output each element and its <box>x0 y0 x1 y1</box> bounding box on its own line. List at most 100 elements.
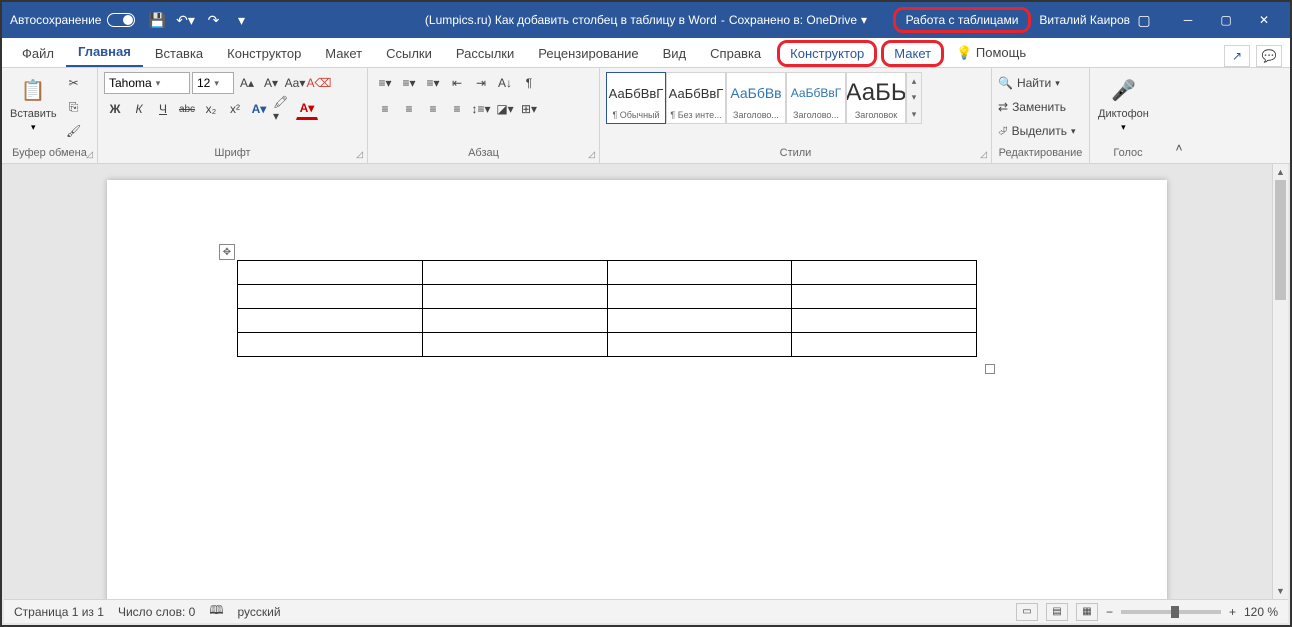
copy-icon[interactable]: ⎘ <box>63 96 85 118</box>
table-cell[interactable] <box>607 285 792 309</box>
table-cell[interactable] <box>607 261 792 285</box>
replace-button[interactable]: ⇄Заменить <box>998 96 1076 118</box>
proofing-icon[interactable]: 🕮 <box>209 601 223 622</box>
save-icon[interactable]: 💾 <box>147 10 167 30</box>
tab-insert[interactable]: Вставка <box>143 40 215 67</box>
document-table[interactable] <box>237 260 977 357</box>
read-mode-icon[interactable]: ▭ <box>1016 603 1038 621</box>
find-button[interactable]: 🔍Найти▾ <box>998 72 1076 94</box>
font-size-combo[interactable]: 12 <box>192 72 234 94</box>
strikethrough-button[interactable]: abc <box>176 98 198 120</box>
table-resize-handle[interactable] <box>985 364 995 374</box>
collapse-ribbon-icon[interactable]: ˄ <box>1168 137 1190 159</box>
tab-references[interactable]: Ссылки <box>374 40 444 67</box>
align-right-icon[interactable]: ≡ <box>422 98 444 120</box>
underline-button[interactable]: Ч <box>152 98 174 120</box>
decrease-indent-icon[interactable]: ⇤ <box>446 72 468 94</box>
style-item[interactable]: АаБбВвЗаголово... <box>726 72 786 124</box>
document-canvas[interactable]: ✥ <box>2 164 1272 599</box>
dialog-launcher-icon[interactable]: ◿ <box>588 149 595 160</box>
dialog-launcher-icon[interactable]: ◿ <box>980 149 987 160</box>
tab-review[interactable]: Рецензирование <box>526 40 650 67</box>
tab-table-layout[interactable]: Макет <box>881 40 944 67</box>
page-indicator[interactable]: Страница 1 из 1 <box>14 605 104 619</box>
minimize-button[interactable]: ─ <box>1170 6 1206 34</box>
web-layout-icon[interactable]: ▦ <box>1076 603 1098 621</box>
dialog-launcher-icon[interactable]: ◿ <box>86 149 93 160</box>
change-case-icon[interactable]: Aa▾ <box>284 72 306 94</box>
numbering-icon[interactable]: ≡▾ <box>398 72 420 94</box>
table-cell[interactable] <box>238 333 423 357</box>
share-button[interactable]: ↗ <box>1224 45 1250 67</box>
highlight-icon[interactable]: 🖍▾ <box>272 98 294 120</box>
tell-me[interactable]: 💡 Помощь <box>944 39 1038 67</box>
subscript-button[interactable]: x₂ <box>200 98 222 120</box>
line-spacing-icon[interactable]: ↕≡▾ <box>470 98 492 120</box>
style-item[interactable]: АаБбВвГЗаголово... <box>786 72 846 124</box>
bullets-icon[interactable]: ≡▾ <box>374 72 396 94</box>
shading-icon[interactable]: ◪▾ <box>494 98 516 120</box>
table-cell[interactable] <box>422 309 607 333</box>
font-color-icon[interactable]: A▾ <box>296 98 318 120</box>
table-cell[interactable] <box>422 333 607 357</box>
shrink-font-icon[interactable]: A▾ <box>260 72 282 94</box>
saved-location[interactable]: Сохранено в: OneDrive <box>729 13 857 27</box>
qat-more-icon[interactable]: ▾ <box>231 10 251 30</box>
table-cell[interactable] <box>607 333 792 357</box>
italic-button[interactable]: К <box>128 98 150 120</box>
ribbon-display-icon[interactable]: ▢ <box>1134 10 1154 30</box>
undo-icon[interactable]: ↶▾ <box>175 10 195 30</box>
autosave-toggle[interactable]: Автосохранение <box>10 13 135 27</box>
paste-button[interactable]: 📋 Вставить ▾ <box>8 72 59 135</box>
table-cell[interactable] <box>238 309 423 333</box>
align-left-icon[interactable]: ≡ <box>374 98 396 120</box>
align-center-icon[interactable]: ≡ <box>398 98 420 120</box>
multilevel-list-icon[interactable]: ≡▾ <box>422 72 444 94</box>
tab-file[interactable]: Файл <box>10 40 66 67</box>
tab-help[interactable]: Справка <box>698 40 773 67</box>
style-item[interactable]: АаБбВвГ¶ Без инте... <box>666 72 726 124</box>
zoom-level[interactable]: 120 % <box>1244 605 1278 619</box>
table-row[interactable] <box>238 285 977 309</box>
tab-mailings[interactable]: Рассылки <box>444 40 526 67</box>
table-move-handle[interactable]: ✥ <box>219 244 235 260</box>
scroll-thumb[interactable] <box>1275 180 1286 300</box>
table-cell[interactable] <box>422 261 607 285</box>
word-count[interactable]: Число слов: 0 <box>118 605 195 619</box>
table-cell[interactable] <box>238 285 423 309</box>
maximize-button[interactable]: ▢ <box>1208 6 1244 34</box>
show-marks-icon[interactable]: ¶ <box>518 72 540 94</box>
increase-indent-icon[interactable]: ⇥ <box>470 72 492 94</box>
zoom-in-icon[interactable]: + <box>1229 605 1236 619</box>
cut-icon[interactable]: ✂ <box>63 72 85 94</box>
borders-icon[interactable]: ⊞▾ <box>518 98 540 120</box>
table-cell[interactable] <box>422 285 607 309</box>
tab-design[interactable]: Конструктор <box>215 40 313 67</box>
table-row[interactable] <box>238 309 977 333</box>
user-name[interactable]: Виталий Каиров <box>1039 13 1130 27</box>
table-cell[interactable] <box>792 261 977 285</box>
superscript-button[interactable]: x² <box>224 98 246 120</box>
style-item[interactable]: АаБЬЗаголовок <box>846 72 906 124</box>
style-item[interactable]: АаБбВвГ¶ Обычный <box>606 72 666 124</box>
tab-home[interactable]: Главная <box>66 38 143 67</box>
select-button[interactable]: ⮰Выделить▾ <box>998 120 1076 142</box>
table-cell[interactable] <box>792 333 977 357</box>
table-row[interactable] <box>238 261 977 285</box>
dictate-button[interactable]: 🎤 Диктофон ▾ <box>1096 72 1151 135</box>
tab-table-design[interactable]: Конструктор <box>777 40 877 67</box>
table-row[interactable] <box>238 333 977 357</box>
font-name-combo[interactable]: Tahoma <box>104 72 190 94</box>
print-layout-icon[interactable]: ▤ <box>1046 603 1068 621</box>
language-indicator[interactable]: русский <box>237 605 280 619</box>
zoom-out-icon[interactable]: − <box>1106 605 1113 619</box>
table-cell[interactable] <box>792 285 977 309</box>
sort-icon[interactable]: A↓ <box>494 72 516 94</box>
page[interactable]: ✥ <box>107 180 1167 599</box>
grow-font-icon[interactable]: A▴ <box>236 72 258 94</box>
table-cell[interactable] <box>607 309 792 333</box>
dialog-launcher-icon[interactable]: ◿ <box>356 149 363 160</box>
tab-layout[interactable]: Макет <box>313 40 374 67</box>
scroll-down-icon[interactable]: ▼ <box>1273 583 1288 599</box>
close-button[interactable]: ✕ <box>1246 6 1282 34</box>
